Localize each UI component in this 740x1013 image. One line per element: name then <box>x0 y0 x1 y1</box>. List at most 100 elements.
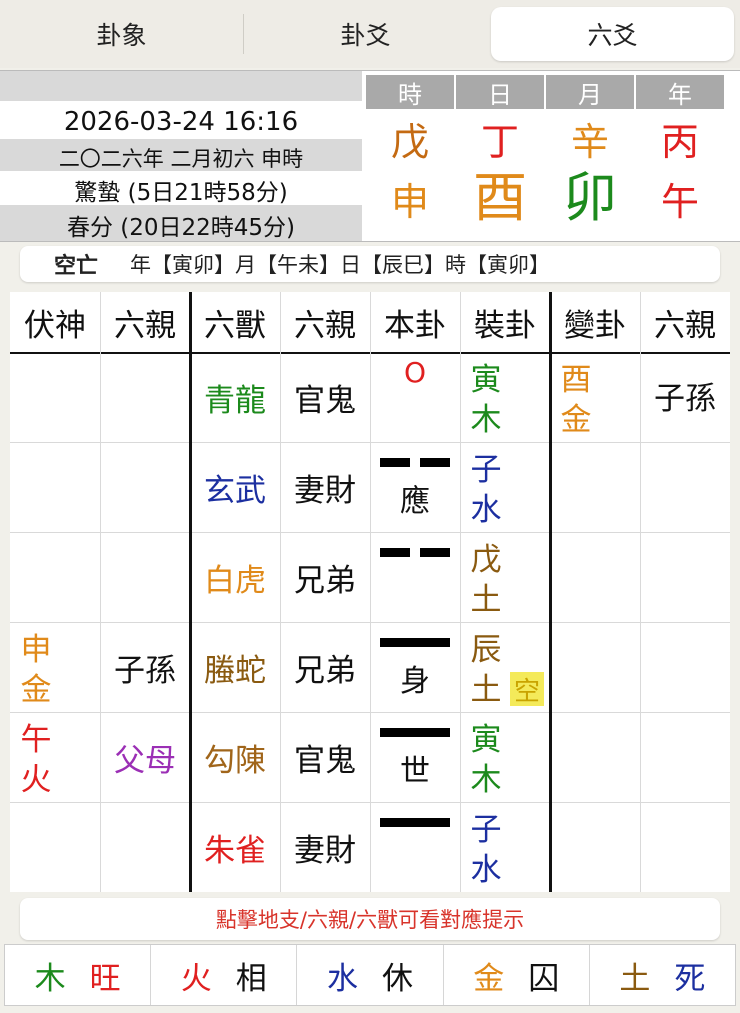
kong-badge: 空 <box>510 672 544 707</box>
liuqin-cell[interactable]: 妻財 <box>280 442 370 532</box>
liuqin-cell[interactable]: 官鬼 <box>280 712 370 802</box>
column-divider <box>460 292 461 892</box>
pillar-header-hour: 時 <box>366 75 454 109</box>
wuxing-status-bar: 木旺火相水休金囚土死 <box>4 944 736 1006</box>
column-header: 六獸 <box>204 307 266 344</box>
solar-term-2: 春分 (20日22時45分) <box>66 215 296 241</box>
yang-line <box>380 818 450 827</box>
ganzhi-pillars: 時 日 月 年 戊 丁 辛 丙 申 酉 卯 午 <box>364 71 740 243</box>
stem-day[interactable]: 丁 <box>456 123 544 161</box>
fushen-branch[interactable]: 午 <box>16 720 56 760</box>
bian-branch[interactable]: 酉 <box>556 360 596 400</box>
column-header: 本卦 <box>384 307 446 344</box>
liushou-cell[interactable]: 朱雀 <box>190 802 280 892</box>
zhuang-branch[interactable]: 水 <box>466 850 506 890</box>
datetime: 2026-03-24 16:16 <box>63 107 299 137</box>
bian-liuqin[interactable]: 子孫 <box>640 350 730 440</box>
wuxing-item[interactable]: 土死 <box>590 945 735 1005</box>
moving-line-mark: O <box>403 356 427 389</box>
yin-line-left <box>380 458 410 467</box>
yin-line-left <box>380 548 410 557</box>
zhuang-branch[interactable]: 戊 <box>466 540 506 580</box>
column-header: 六親 <box>294 307 356 344</box>
zhuang-branch[interactable]: 土 <box>466 670 506 710</box>
liushou-cell[interactable]: 青龍 <box>190 352 280 442</box>
yang-line <box>380 638 450 647</box>
band <box>0 71 362 101</box>
tab-guayao[interactable]: 卦爻 <box>244 5 487 63</box>
liuyao-table: 伏神 六親 六獸 六親 本卦 裝卦 變卦 六親 青龍 官鬼 O 寅木酉金子孫 玄武 妻財應子水白虎 兄弟戊土… <box>10 292 730 892</box>
zhuang-branch[interactable]: 辰 <box>466 630 506 670</box>
branch-month[interactable]: 卯 <box>546 171 634 225</box>
zhuang-branch[interactable]: 水 <box>466 490 506 530</box>
wuxing-item[interactable]: 火相 <box>151 945 298 1005</box>
zhuang-branch[interactable]: 木 <box>466 760 506 800</box>
branch-day[interactable]: 酉 <box>456 171 544 225</box>
yao-label: 世 <box>400 754 430 789</box>
liushou-cell[interactable]: 玄武 <box>190 442 280 532</box>
column-header: 變卦 <box>564 307 626 344</box>
wuxing-element: 火 <box>180 960 212 997</box>
column-divider <box>549 292 552 892</box>
yao-label: 身 <box>400 664 430 699</box>
branch-year[interactable]: 午 <box>636 183 724 221</box>
liushou-cell[interactable]: 勾陳 <box>190 712 280 802</box>
date-info: 2026-03-24 16:16 二〇二六年 二月初六 申時 驚蟄 (5日21時… <box>0 71 362 243</box>
yin-line-right <box>420 458 450 467</box>
yao-label: 應 <box>400 484 430 519</box>
branch-hour[interactable]: 申 <box>366 183 454 221</box>
liushou-cell[interactable]: 白虎 <box>190 532 280 622</box>
column-header: 六親 <box>114 307 176 344</box>
liuqin-cell[interactable]: 妻財 <box>280 802 370 892</box>
column-header: 伏神 <box>24 307 86 344</box>
pillar-header-year: 年 <box>636 75 724 109</box>
wuxing-state: 囚 <box>528 960 560 997</box>
liushou-cell[interactable]: 螣蛇 <box>190 622 280 712</box>
column-header: 裝卦 <box>474 307 536 344</box>
fushen-branch[interactable]: 火 <box>16 760 56 800</box>
kongwang-values: 年【寅卯】月【午未】日【辰巳】時【寅卯】 <box>130 253 551 277</box>
wuxing-element: 水 <box>327 960 358 997</box>
hint-text: 點擊地支/六親/六獸可看對應提示 <box>20 898 720 940</box>
wuxing-element: 土 <box>619 960 651 997</box>
zhuang-branch[interactable]: 木 <box>466 400 506 440</box>
yin-line-right <box>420 548 450 557</box>
stem-month[interactable]: 辛 <box>546 123 634 161</box>
kongwang-bar: 空亡 年【寅卯】月【午未】日【辰巳】時【寅卯】 <box>20 246 720 282</box>
fushen-liuqin[interactable]: 子孫 <box>100 622 190 712</box>
kongwang-label: 空亡 <box>54 254 99 279</box>
pillar-header-month: 月 <box>546 75 634 109</box>
yang-line <box>380 728 450 737</box>
fushen-liuqin[interactable]: 父母 <box>100 712 190 802</box>
zhuang-branch[interactable]: 子 <box>466 450 506 490</box>
stem-hour[interactable]: 戊 <box>366 123 454 161</box>
liuqin-cell[interactable]: 兄弟 <box>280 532 370 622</box>
tab-bar: 卦象 卦爻 六爻 <box>0 0 740 68</box>
zhuang-branch[interactable]: 寅 <box>466 360 506 400</box>
wuxing-element: 木 <box>34 960 66 997</box>
info-panel: 2026-03-24 16:16 二〇二六年 二月初六 申時 驚蟄 (5日21時… <box>0 70 740 242</box>
fushen-branch[interactable]: 金 <box>16 670 56 710</box>
zhuang-branch[interactable]: 寅 <box>466 720 506 760</box>
wuxing-item[interactable]: 水休 <box>297 945 444 1005</box>
zhuang-branch[interactable]: 土 <box>466 580 506 620</box>
column-divider <box>100 292 101 892</box>
wuxing-state: 死 <box>674 960 706 997</box>
bian-branch[interactable]: 金 <box>556 400 596 440</box>
wuxing-item[interactable]: 木旺 <box>5 945 152 1005</box>
column-header: 六親 <box>654 307 716 344</box>
wuxing-element: 金 <box>473 960 505 997</box>
fushen-branch[interactable]: 申 <box>16 630 56 670</box>
liuqin-cell[interactable]: 官鬼 <box>280 352 370 442</box>
wuxing-state: 旺 <box>89 960 121 997</box>
wuxing-item[interactable]: 金囚 <box>444 945 590 1005</box>
solar-term-1: 驚蟄 (5日21時58分) <box>74 180 288 206</box>
tab-guaxiang[interactable]: 卦象 <box>0 14 244 54</box>
wuxing-state: 相 <box>235 960 267 997</box>
pillar-header-day: 日 <box>456 75 544 109</box>
stem-year[interactable]: 丙 <box>636 123 724 161</box>
liuqin-cell[interactable]: 兄弟 <box>280 622 370 712</box>
tab-liuyao[interactable]: 六爻 <box>491 7 734 61</box>
lunar-date: 二〇二六年 二月初六 申時 <box>58 147 304 171</box>
zhuang-branch[interactable]: 子 <box>466 810 506 850</box>
